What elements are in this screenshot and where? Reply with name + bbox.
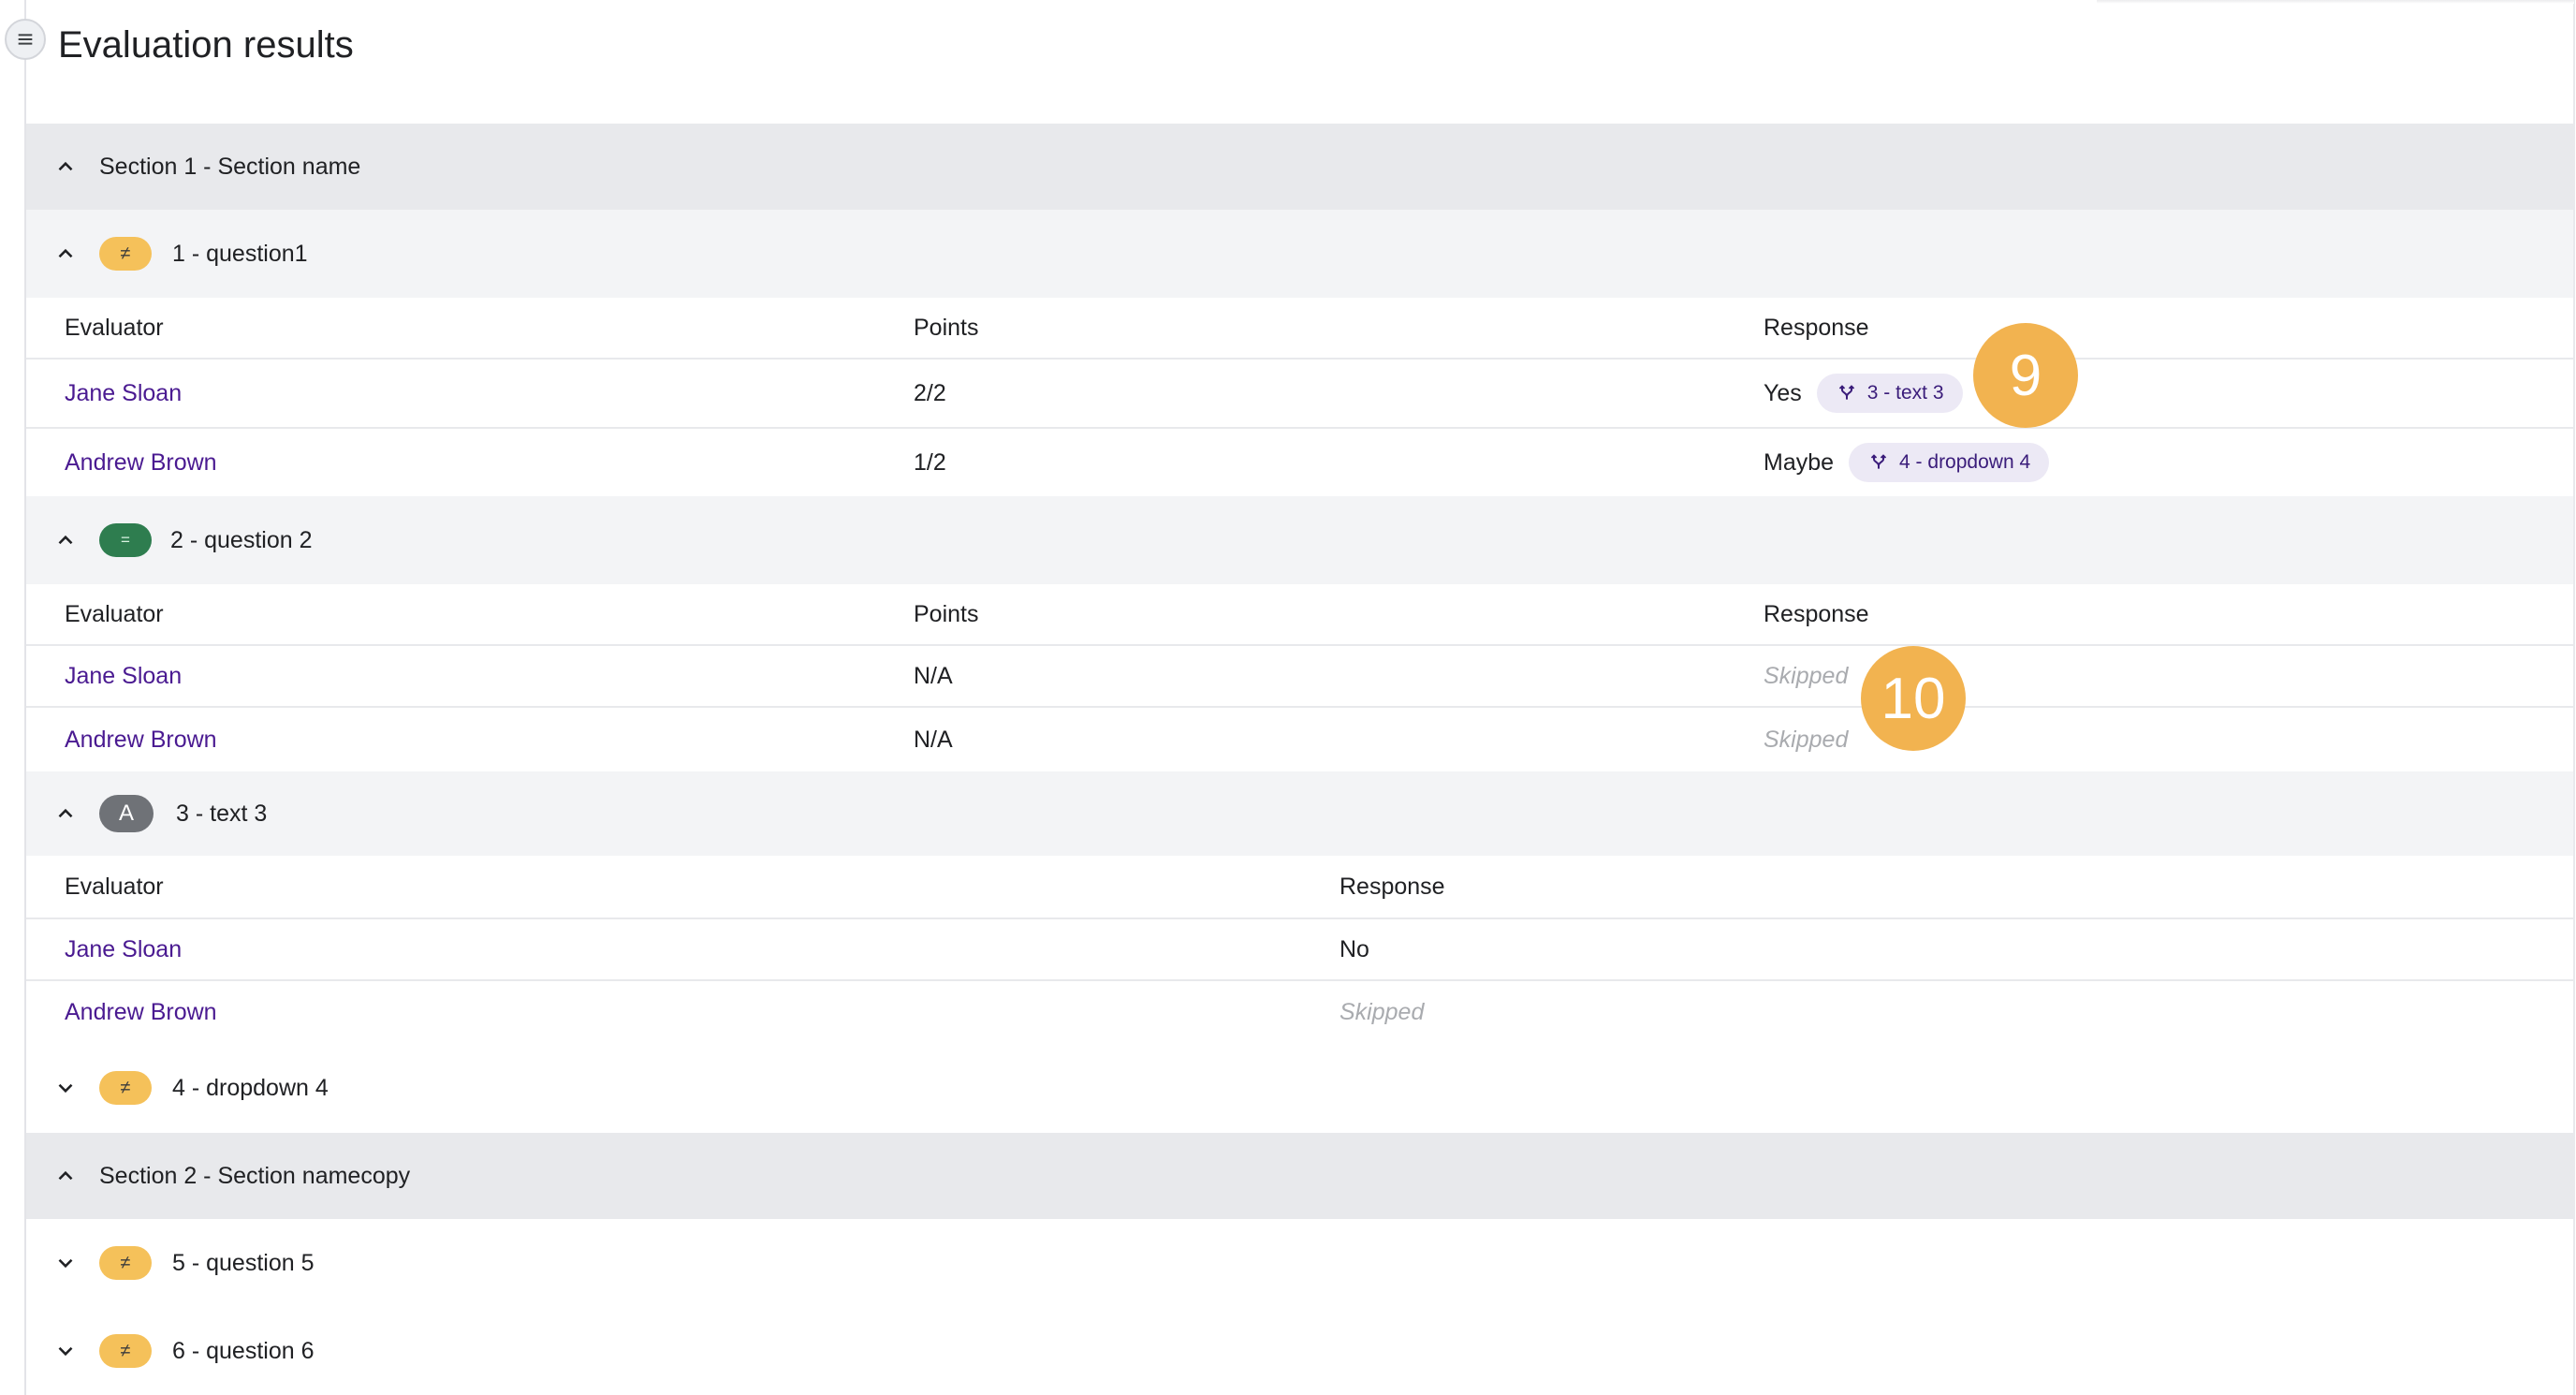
question-label: 1 - question1	[172, 240, 308, 267]
points-value: N/A	[914, 662, 953, 689]
table-header: Evaluator Points Response	[26, 298, 2573, 360]
branch-icon	[1870, 454, 1887, 469]
section-header[interactable]: Section 1 - Section name	[26, 124, 2573, 210]
text-type-badge: A	[99, 795, 154, 832]
chevron-up-icon[interactable]	[51, 152, 80, 182]
chevron-up-icon[interactable]	[51, 239, 80, 269]
evaluator-link[interactable]: Andrew Brown	[65, 449, 217, 477]
section-header[interactable]: Section 2 - Section namecopy	[26, 1133, 2573, 1219]
branch-chip-label: 4 - dropdown 4	[1899, 451, 2031, 473]
right-divider	[2573, 0, 2575, 1395]
table-row: Jane Sloan 2/2 Yes 3 - text 3	[26, 360, 2573, 429]
question-header[interactable]: ≠ 1 - question1	[26, 210, 2573, 298]
points-value: 1/2	[914, 448, 946, 476]
chevron-down-icon[interactable]	[51, 1248, 80, 1278]
not-equal-badge: ≠	[99, 1071, 152, 1105]
top-shadow	[2097, 0, 2574, 4]
table-row: Andrew Brown 1/2 Maybe 4 - dropdown 4	[26, 429, 2573, 496]
chevron-up-icon[interactable]	[51, 1161, 80, 1191]
branch-chip[interactable]: 4 - dropdown 4	[1849, 443, 2050, 482]
response-value: Yes	[1764, 379, 1802, 406]
table-header: Evaluator Points Response	[26, 584, 2573, 646]
column-header-evaluator: Evaluator	[65, 873, 164, 900]
annotation-marker: 9	[1973, 323, 2078, 428]
column-header-points: Points	[914, 314, 979, 341]
question-header[interactable]: = 2 - question 2	[26, 496, 2573, 584]
equal-badge: =	[99, 523, 152, 557]
evaluator-link[interactable]: Jane Sloan	[65, 380, 182, 407]
response-value: Maybe	[1764, 448, 1835, 476]
points-value: 2/2	[914, 379, 946, 406]
table-row: Jane Sloan N/A Skipped	[26, 646, 2573, 708]
question-label: 5 - question 5	[172, 1249, 315, 1276]
response-cell: Yes 3 - text 3	[1764, 374, 1963, 413]
table-header: Evaluator Response	[26, 856, 2573, 919]
evaluator-link[interactable]: Andrew Brown	[65, 727, 217, 754]
column-header-points: Points	[914, 600, 979, 627]
response-value: Skipped	[1339, 998, 1425, 1025]
column-header-evaluator: Evaluator	[65, 600, 164, 627]
page-title: Evaluation results	[58, 24, 354, 66]
response-cell: Maybe 4 - dropdown 4	[1764, 443, 2050, 482]
question-label: 3 - text 3	[176, 800, 268, 827]
chevron-down-icon[interactable]	[51, 1336, 80, 1366]
annotation-marker: 10	[1861, 646, 1966, 751]
menu-toggle-button[interactable]	[5, 19, 46, 60]
chevron-up-icon[interactable]	[51, 799, 80, 829]
question-label: 4 - dropdown 4	[172, 1074, 329, 1101]
response-value: No	[1339, 935, 1369, 962]
column-header-evaluator: Evaluator	[65, 314, 164, 341]
chevron-down-icon[interactable]	[51, 1073, 80, 1103]
points-value: N/A	[914, 726, 953, 753]
column-header-response: Response	[1339, 873, 1445, 900]
table-row: Jane Sloan No	[26, 919, 2573, 981]
response-value: Skipped	[1764, 726, 1849, 753]
table-row: Andrew Brown N/A Skipped	[26, 708, 2573, 771]
question-header[interactable]: ≠ 5 - question 5	[26, 1219, 2573, 1307]
section-label: Section 1 - Section name	[99, 153, 361, 180]
question-label: 2 - question 2	[170, 526, 313, 553]
branch-icon	[1838, 385, 1854, 400]
not-equal-badge: ≠	[99, 1246, 152, 1280]
question-label: 6 - question 6	[172, 1337, 315, 1364]
evaluator-link[interactable]: Jane Sloan	[65, 663, 182, 690]
branch-chip-label: 3 - text 3	[1866, 382, 1944, 404]
results-list: Section 1 - Section name ≠ 1 - question1…	[26, 124, 2573, 1395]
evaluator-link[interactable]: Andrew Brown	[65, 999, 217, 1026]
table-row: Andrew Brown Skipped	[26, 981, 2573, 1043]
question-header[interactable]: ≠ 6 - question 6	[26, 1307, 2573, 1395]
evaluator-link[interactable]: Jane Sloan	[65, 936, 182, 963]
menu-icon	[18, 34, 33, 45]
not-equal-badge: ≠	[99, 1334, 152, 1368]
column-header-response: Response	[1764, 600, 1869, 627]
section-label: Section 2 - Section namecopy	[99, 1162, 411, 1189]
column-header-response: Response	[1764, 314, 1869, 341]
not-equal-badge: ≠	[99, 237, 152, 271]
chevron-up-icon[interactable]	[51, 525, 80, 555]
response-value: Skipped	[1764, 662, 1849, 689]
branch-chip[interactable]: 3 - text 3	[1816, 374, 1963, 413]
question-header[interactable]: A 3 - text 3	[26, 771, 2573, 856]
question-header[interactable]: ≠ 4 - dropdown 4	[26, 1043, 2573, 1133]
